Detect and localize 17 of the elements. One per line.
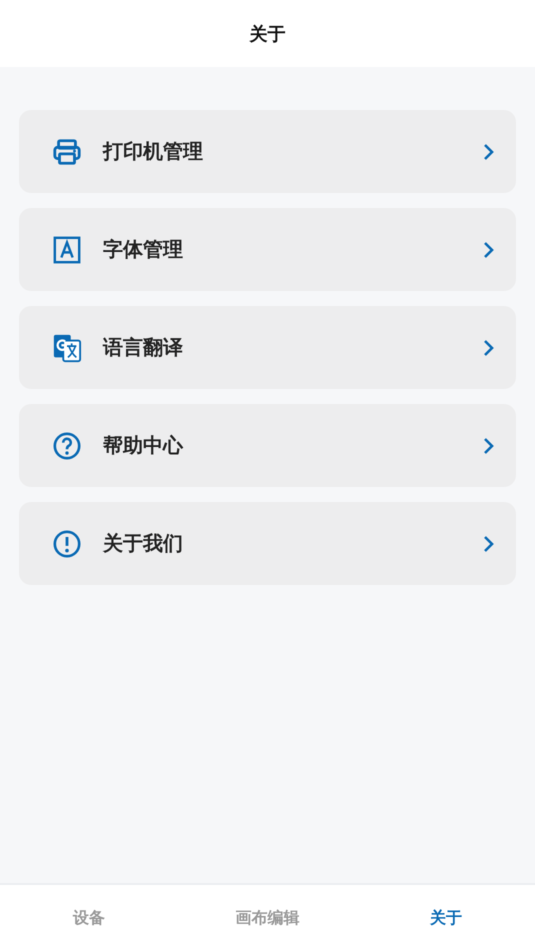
chevron-right-icon	[482, 142, 494, 160]
chevron-right-icon	[482, 436, 494, 454]
help-icon	[52, 430, 82, 460]
menu-item[interactable]: 字体管理	[19, 208, 516, 291]
printer-icon	[52, 136, 82, 166]
font-icon	[52, 234, 82, 264]
chevron-right-icon	[482, 338, 494, 356]
menu-item[interactable]: 帮助中心	[19, 404, 516, 487]
menu-item[interactable]: 打印机管理	[19, 110, 516, 193]
translate-icon	[52, 332, 82, 362]
page-title: 关于	[250, 22, 286, 46]
menu-item[interactable]: 关于我们	[19, 502, 516, 585]
tab[interactable]: 关于	[356, 885, 535, 951]
chevron-right-icon	[482, 240, 494, 258]
alert-icon	[52, 528, 82, 558]
chevron-right-icon	[482, 534, 494, 552]
menu-item[interactable]: 语言翻译	[19, 306, 516, 389]
